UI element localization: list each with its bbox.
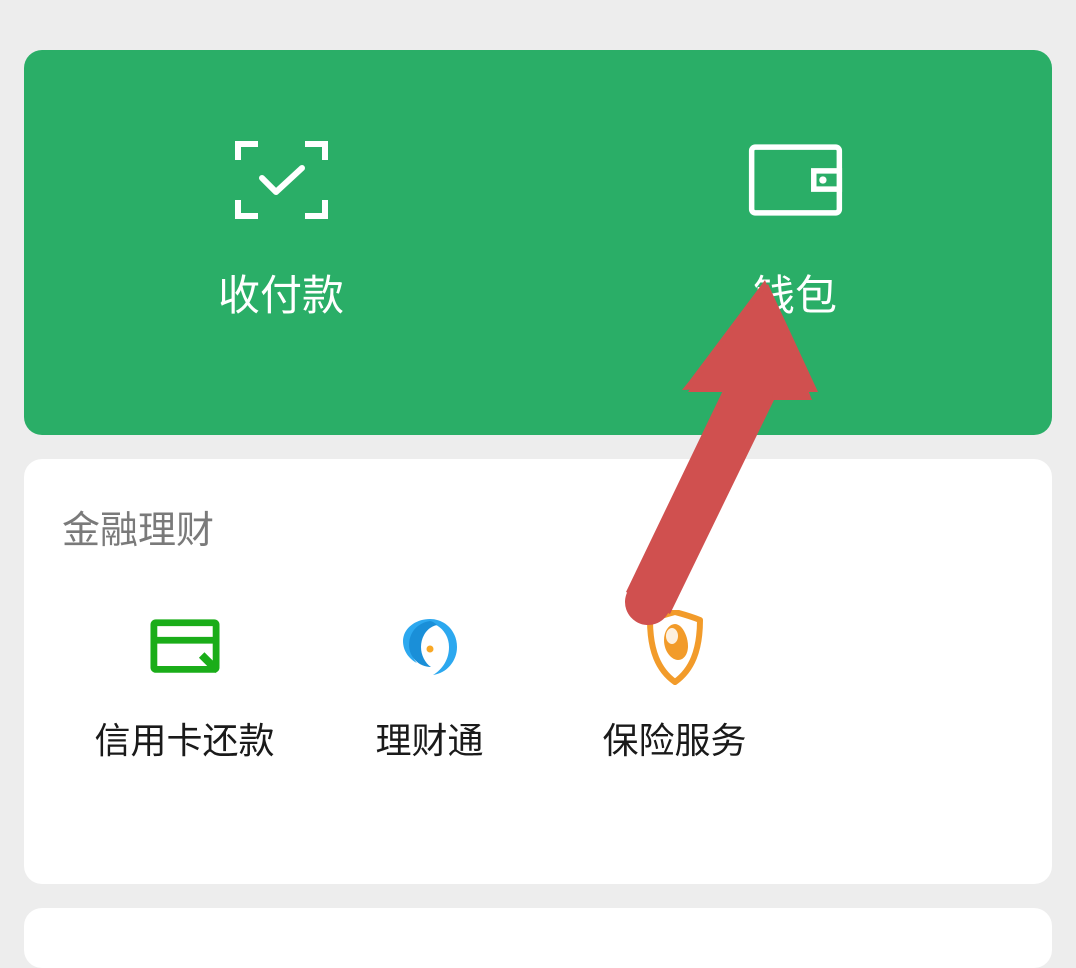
finance-section-title: 金融理财 [62,499,1014,554]
credit-card-repay-label: 信用卡还款 [94,712,274,764]
wallet-label: 钱包 [753,262,837,323]
services-row: 信用卡还款 理财通 保险服务 [62,614,1014,764]
top-payment-card: 收付款 钱包 [24,50,1052,435]
insurance-icon [640,614,710,682]
pay-receive-button[interactable]: 收付款 [24,140,538,323]
credit-card-icon [150,614,220,682]
scan-pay-icon [234,140,329,220]
next-section-card [24,908,1052,968]
licaitong-icon [395,614,465,682]
credit-card-repay-button[interactable]: 信用卡还款 [62,614,307,764]
insurance-button[interactable]: 保险服务 [552,614,797,764]
finance-section-card: 金融理财 信用卡还款 [24,459,1052,884]
wallet-icon [748,140,843,220]
wallet-button[interactable]: 钱包 [538,140,1052,323]
insurance-label: 保险服务 [602,712,746,764]
licaitong-button[interactable]: 理财通 [307,614,552,764]
licaitong-label: 理财通 [375,712,483,764]
pay-receive-label: 收付款 [218,262,344,323]
